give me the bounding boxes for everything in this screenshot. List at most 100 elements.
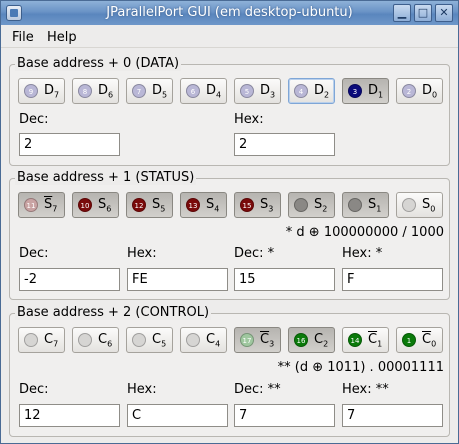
status-dec2-field[interactable]: 15 xyxy=(234,268,335,291)
status-dec2-label: Dec: * xyxy=(234,246,275,261)
status-dec-field[interactable]: -2 xyxy=(19,268,120,291)
data-dec-field[interactable]: 2 xyxy=(19,133,120,156)
minimize-button[interactable]: ▁ xyxy=(393,4,411,22)
status-bit-button-s7[interactable]: 11 S7 xyxy=(18,192,65,218)
control-bit-button-c0[interactable]: 1 C0 xyxy=(396,327,443,353)
data-register-title: Base address + 0 (DATA) xyxy=(15,56,182,71)
status-bit-button-s1[interactable]: S1 xyxy=(342,192,389,218)
status-bit-button-s3[interactable]: 15 S3 xyxy=(234,192,281,218)
close-button[interactable]: ✕ xyxy=(435,4,453,22)
bit-label: S3 xyxy=(260,197,274,214)
pin-led-icon xyxy=(348,198,362,212)
status-dec-label: Dec: xyxy=(19,246,49,261)
data-register-group: Base address + 0 (DATA) 9 D7 8 D6 7 D5 6 D4 5 D3 4… xyxy=(9,56,451,166)
status-hex2-field[interactable]: F xyxy=(342,268,443,291)
bit-label: C6 xyxy=(98,332,113,349)
status-register-title: Base address + 1 (STATUS) xyxy=(15,170,197,185)
bit-label: C0 xyxy=(422,332,437,349)
control-bit-button-c7[interactable]: C7 xyxy=(18,327,65,353)
data-bit-button-d5[interactable]: 7 D5 xyxy=(126,78,173,104)
control-bit-button-c2[interactable]: 16 C2 xyxy=(288,327,335,353)
status-bit-button-s5[interactable]: 12 S5 xyxy=(126,192,173,218)
status-note: * d ⊕ 100000000 / 1000 xyxy=(285,225,444,240)
data-bit-buttons: 9 D7 8 D6 7 D5 6 D4 5 D3 4 D2 3 D1 2 D0 xyxy=(10,78,451,106)
bit-label: D0 xyxy=(422,83,438,100)
status-register-group: Base address + 1 (STATUS) 11 S7 10 S6 12 S5 13… xyxy=(9,170,451,300)
control-hex2-field[interactable]: 7 xyxy=(342,404,443,427)
pin-led-icon: 5 xyxy=(240,84,254,98)
control-bit-buttons: C7 C6 C5 C4 17 C3 16 C2 14 C1 1 C0 xyxy=(10,327,451,355)
data-bit-button-d2[interactable]: 4 D2 xyxy=(288,78,335,104)
pin-led-icon xyxy=(78,333,92,347)
control-bit-button-c4[interactable]: C4 xyxy=(180,327,227,353)
menu-help[interactable]: Help xyxy=(47,30,77,45)
bit-label: S0 xyxy=(422,197,436,214)
window-title: JParallelPort GUI (em desktop-ubuntu) xyxy=(106,5,353,20)
data-hex-label: Hex: xyxy=(234,112,264,127)
control-bit-button-c5[interactable]: C5 xyxy=(126,327,173,353)
pin-led-icon xyxy=(24,333,38,347)
menu-bar: File Help xyxy=(1,25,458,48)
pin-led-icon: 8 xyxy=(78,84,92,98)
bit-label: S7 xyxy=(44,197,58,214)
pin-led-icon: 16 xyxy=(294,333,308,347)
title-bar[interactable]: JParallelPort GUI (em desktop-ubuntu) ▁ … xyxy=(1,1,458,25)
bit-label: S2 xyxy=(314,197,328,214)
status-bit-button-s2[interactable]: S2 xyxy=(288,192,335,218)
bit-label: D2 xyxy=(314,83,330,100)
data-bit-button-d0[interactable]: 2 D0 xyxy=(396,78,443,104)
data-hex-field[interactable]: 2 xyxy=(234,133,335,156)
pin-led-icon: 2 xyxy=(402,84,416,98)
bit-label: D3 xyxy=(260,83,276,100)
bit-label: S5 xyxy=(152,197,166,214)
status-bit-button-s0[interactable]: S0 xyxy=(396,192,443,218)
status-bit-button-s6[interactable]: 10 S6 xyxy=(72,192,119,218)
control-dec2-field[interactable]: 7 xyxy=(234,404,335,427)
pin-led-icon: 4 xyxy=(294,84,308,98)
menu-file[interactable]: File xyxy=(12,30,34,45)
control-dec-field[interactable]: 12 xyxy=(19,404,120,427)
bit-label: C5 xyxy=(152,332,167,349)
pin-led-icon: 17 xyxy=(240,333,254,347)
data-bit-button-d4[interactable]: 6 D4 xyxy=(180,78,227,104)
bit-label: C2 xyxy=(314,332,329,349)
pin-led-icon: 10 xyxy=(78,198,92,212)
maximize-button[interactable]: □ xyxy=(414,4,432,22)
control-dec-label: Dec: xyxy=(19,382,49,397)
control-hex-field[interactable]: C xyxy=(127,404,228,427)
control-bit-button-c6[interactable]: C6 xyxy=(72,327,119,353)
pin-led-icon: 13 xyxy=(186,198,200,212)
pin-led-icon: 3 xyxy=(348,84,362,98)
status-hex-label: Hex: xyxy=(127,246,157,261)
pin-led-icon: 12 xyxy=(132,198,146,212)
pin-led-icon: 15 xyxy=(240,198,254,212)
pin-led-icon: 6 xyxy=(186,84,200,98)
bit-label: D1 xyxy=(368,83,384,100)
pin-led-icon: 14 xyxy=(348,333,362,347)
data-bit-button-d3[interactable]: 5 D3 xyxy=(234,78,281,104)
status-hex-field[interactable]: FE xyxy=(127,268,228,291)
status-bit-button-s4[interactable]: 13 S4 xyxy=(180,192,227,218)
pin-led-icon: 9 xyxy=(24,84,38,98)
control-bit-button-c3[interactable]: 17 C3 xyxy=(234,327,281,353)
bit-label: D5 xyxy=(152,83,168,100)
data-dec-label: Dec: xyxy=(19,112,49,127)
bit-label: S1 xyxy=(368,197,382,214)
pin-led-icon xyxy=(402,198,416,212)
bit-label: C7 xyxy=(44,332,59,349)
pin-led-icon xyxy=(132,333,146,347)
pin-led-icon: 7 xyxy=(132,84,146,98)
bit-label: D4 xyxy=(206,83,222,100)
bit-label: D6 xyxy=(98,83,114,100)
control-note: ** (d ⊕ 1011) . 00001111 xyxy=(277,360,444,375)
status-bit-buttons: 11 S7 10 S6 12 S5 13 S4 15 S3 S2 S1 S0 xyxy=(10,192,451,220)
bit-label: C1 xyxy=(368,332,383,349)
control-hex-label: Hex: xyxy=(127,382,157,397)
pin-led-icon xyxy=(294,198,308,212)
bit-label: C3 xyxy=(260,332,275,349)
control-register-group: Base address + 2 (CONTROL) C7 C6 C5 C4 17 C3 1… xyxy=(9,305,451,437)
data-bit-button-d7[interactable]: 9 D7 xyxy=(18,78,65,104)
data-bit-button-d1[interactable]: 3 D1 xyxy=(342,78,389,104)
data-bit-button-d6[interactable]: 8 D6 xyxy=(72,78,119,104)
control-bit-button-c1[interactable]: 14 C1 xyxy=(342,327,389,353)
